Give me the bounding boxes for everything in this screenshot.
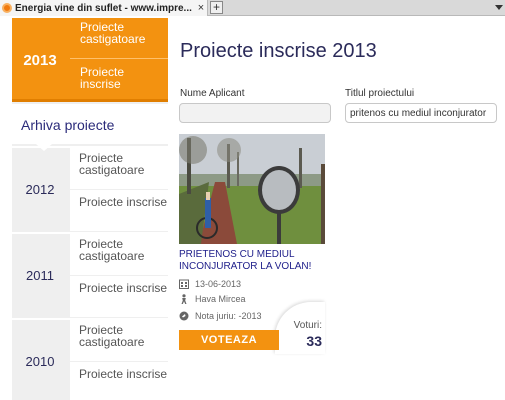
sidebar-link-winning-projects-2013[interactable]: Proiecte castigatoare — [70, 18, 168, 59]
sidebar-link-entered-projects-2010[interactable]: Proiecte inscrise — [70, 362, 168, 400]
project-card: PRIETENOS CU MEDIUL INCONJURATOR LA VOLA… — [179, 134, 325, 358]
sidebar-link-winning-projects-2010[interactable]: Proiecte castigatoare — [70, 320, 168, 361]
year-group-2011: 2011 Proiecte castigatoare Proiecte insc… — [12, 232, 168, 317]
project-title-link[interactable]: PRIETENOS CU MEDIUL INCONJURATOR LA VOLA… — [179, 249, 325, 273]
year-sidebar: 2013 Proiecte castigatoare Proiecte insc… — [12, 18, 168, 400]
year-label-2012[interactable]: 2012 — [12, 148, 68, 230]
year-group-2013-active: 2013 Proiecte castigatoare Proiecte insc… — [12, 18, 168, 102]
project-title-label: Titlul proiectului — [345, 88, 415, 99]
sidebar-link-entered-projects-2011[interactable]: Proiecte inscrise — [70, 276, 168, 317]
site-favicon-icon — [2, 3, 12, 13]
tab-close-icon[interactable]: × — [195, 2, 207, 14]
applicant-name-input[interactable] — [179, 103, 331, 123]
year-group-2012: 2012 Proiecte castigatoare Proiecte insc… — [12, 146, 168, 231]
project-date: 13-06-2013 — [195, 279, 242, 289]
year-group-2010: 2010 Proiecte castigatoare Proiecte insc… — [12, 318, 168, 400]
votes-count: 33 — [306, 333, 322, 349]
browser-tab-strip: Energia vine din suflet - www.impre... ×… — [0, 0, 505, 16]
project-author: Hava Mircea — [195, 294, 246, 304]
page-title: Proiecte inscrise 2013 — [180, 40, 377, 62]
vote-button[interactable]: VOTEAZA — [179, 330, 279, 350]
project-date-row: 13-06-2013 — [179, 277, 325, 291]
applicant-name-label: Nume Aplicant — [180, 88, 245, 99]
sidebar-link-entered-projects-2013[interactable]: Proiecte inscrise — [70, 60, 168, 101]
browser-tab-active[interactable]: Energia vine din suflet - www.impre... × — [0, 0, 208, 16]
jury-note-icon — [179, 311, 189, 321]
archive-heading: Arhiva proiecte — [12, 104, 168, 144]
new-tab-button[interactable]: + — [210, 1, 223, 14]
project-title-input[interactable] — [345, 103, 497, 123]
tab-list-chevron-down-icon[interactable] — [495, 5, 503, 10]
votes-label: Voturi: — [293, 320, 322, 331]
sidebar-link-entered-projects-2012[interactable]: Proiecte inscrise — [70, 190, 168, 231]
year-label-2013[interactable]: 2013 — [12, 18, 68, 102]
project-jury-note: Nota juriu: -2013 — [195, 311, 262, 321]
calendar-icon — [179, 279, 189, 289]
vote-area: Voturi: 33 VOTEAZA — [179, 302, 325, 358]
year-label-2011[interactable]: 2011 — [12, 234, 68, 316]
sidebar-link-winning-projects-2012[interactable]: Proiecte castigatoare — [70, 148, 168, 189]
sidebar-link-winning-projects-2011[interactable]: Proiecte castigatoare — [70, 234, 168, 275]
person-icon — [179, 294, 189, 304]
year-label-2010[interactable]: 2010 — [12, 320, 68, 400]
project-photo[interactable] — [179, 134, 325, 244]
browser-tab-title: Energia vine din suflet - www.impre... — [15, 2, 192, 14]
